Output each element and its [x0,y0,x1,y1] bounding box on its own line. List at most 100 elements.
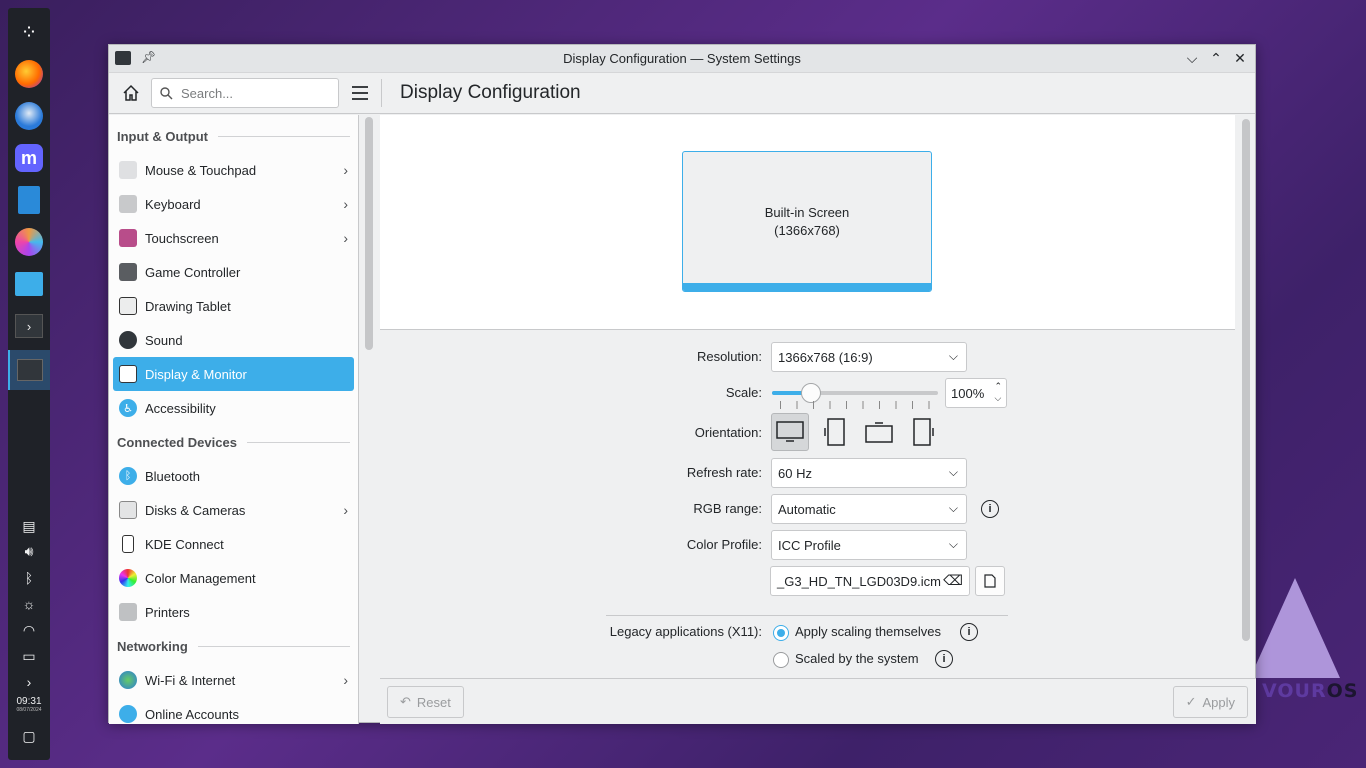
legacy-apps-label: Legacy applications (X11): [609,624,762,639]
section-input-output: Input & Output [109,119,358,153]
phone-icon [122,535,134,553]
desktop-logo-shape [1250,578,1340,678]
sidebar-item-disks-cameras[interactable]: Disks & Cameras › [113,493,354,527]
globe-icon [119,671,137,689]
section-connected-devices: Connected Devices [109,425,358,459]
sidebar-item-display-monitor[interactable]: Display & Monitor [113,357,354,391]
tablet-icon [119,297,137,315]
system-settings-icon[interactable] [8,350,50,390]
home-icon [123,84,139,101]
minimize-button[interactable]: ⌵ [1183,48,1201,68]
legacy-scaled-info-icon[interactable]: i [935,650,953,668]
monitor-icon [119,365,137,383]
system-settings-window: 📌︎ Display Configuration — System Settin… [108,44,1256,724]
content-scrollbar[interactable] [1242,119,1250,641]
sidebar-scrollbar[interactable] [365,117,373,350]
check-icon: ✓ [1185,694,1197,709]
scale-slider[interactable] [772,383,938,413]
sidebar-item-bluetooth[interactable]: ᛒ Bluetooth [113,459,354,493]
clear-text-icon[interactable]: ⌫ [943,572,963,589]
desktop-logo-text: VOUROS [1262,680,1359,702]
disk-icon [119,501,137,519]
sidebar-item-keyboard[interactable]: Keyboard › [113,187,354,221]
digital-clock[interactable]: 09:31 08/07/2024 [8,696,50,713]
apply-button[interactable]: ✓ Apply [1172,686,1248,718]
reset-button[interactable]: ↶ Reset [387,686,464,718]
sidebar-item-game-controller[interactable]: Game Controller [113,255,354,289]
content-area: Built-in Screen (1366x768) Resolution: 1… [380,115,1256,724]
screen-resolution: (1366x768) [774,222,840,238]
legacy-scaled-system-label[interactable]: Scaled by the system [795,651,919,666]
files-icon[interactable] [13,268,45,300]
krita-icon[interactable] [13,226,45,258]
icc-file-field[interactable]: _G3_HD_TN_LGD03D9.icm ⌫ [770,566,970,596]
chevron-down-icon: ⌵ [948,349,958,363]
maximize-button[interactable]: ⌃ [1207,48,1225,68]
writer-icon[interactable] [13,184,45,216]
color-wheel-icon [119,569,137,587]
terminal-icon[interactable]: › [13,310,45,342]
printer-icon [119,603,137,621]
show-desktop-icon[interactable]: ▢ [8,726,50,746]
thunderbird-icon[interactable] [13,100,45,132]
orientation-portrait-right-button[interactable] [904,413,942,451]
hamburger-menu-button[interactable] [347,80,373,106]
footer-bar: ↶ Reset ✓ Apply [380,678,1256,724]
brightness-icon[interactable]: ☼ [8,594,50,614]
open-file-icon [984,574,996,588]
spin-arrows-icon[interactable]: ⌃ ⌵ [994,380,1002,404]
sidebar-item-online-accounts[interactable]: Online Accounts [113,697,354,724]
screen-output-box[interactable]: Built-in Screen (1366x768) [682,151,932,292]
refresh-rate-select[interactable]: 60 Hz ⌵ [771,458,967,488]
undo-icon: ↶ [400,694,411,709]
sidebar-item-drawing-tablet[interactable]: Drawing Tablet [113,289,354,323]
color-profile-select[interactable]: ICC Profile ⌵ [771,530,967,560]
display-preview: Built-in Screen (1366x768) [380,115,1235,330]
legacy-scaled-system-radio[interactable] [773,652,789,668]
legacy-apply-scaling-radio[interactable] [773,625,789,641]
search-icon [160,86,173,99]
sidebar-item-kde-connect[interactable]: KDE Connect [113,527,354,561]
rgb-range-select[interactable]: Automatic ⌵ [771,494,967,524]
bluetooth-icon: ᛒ [119,467,137,485]
monitor-portrait-right-icon [913,418,934,446]
chevron-right-icon: › [343,502,348,518]
mouse-icon [119,161,137,179]
screen-selected-bar [683,283,931,291]
clipboard-icon[interactable]: ▤ [8,516,50,536]
mastodon-icon[interactable]: m [13,142,45,174]
home-button[interactable] [117,79,145,107]
sidebar-item-color-management[interactable]: Color Management [113,561,354,595]
sidebar-item-accessibility[interactable]: ♿︎ Accessibility [113,391,354,425]
close-button[interactable]: ✕ [1231,48,1249,68]
volume-icon[interactable]: 🔊︎ [8,541,50,561]
battery-icon[interactable]: ▭ [8,646,50,666]
resolution-select[interactable]: 1366x768 (16:9) ⌵ [771,342,967,372]
search-field[interactable]: Search... [151,78,339,108]
sidebar-item-mouse-touchpad[interactable]: Mouse & Touchpad › [113,153,354,187]
sidebar-item-printers[interactable]: Printers [113,595,354,629]
chevron-down-icon: ⌵ [948,501,958,515]
sidebar-item-wifi-internet[interactable]: Wi-Fi & Internet › [113,663,354,697]
legacy-apply-scaling-label[interactable]: Apply scaling themselves [795,624,941,639]
scale-slider-handle[interactable] [801,383,822,403]
app-launcher-icon[interactable]: ⁘ [13,16,45,48]
orientation-portrait-left-button[interactable] [816,413,854,451]
firefox-icon[interactable] [13,58,45,90]
orientation-landscape-button[interactable] [771,413,809,451]
rgb-range-info-icon[interactable]: i [981,500,999,518]
orientation-inverted-button[interactable] [860,413,898,451]
scale-spinbox[interactable]: 100% ⌃ ⌵ [945,378,1007,408]
scale-label: Scale: [725,385,762,400]
bluetooth-icon[interactable]: ᛒ [8,568,50,588]
browse-file-button[interactable] [975,566,1005,596]
taskbar-panel: ⁘ m › ▤ 🔊︎ ᛒ ☼ ◠ ▭ › 09:31 08/07/2024 ▢ [8,8,50,760]
titlebar[interactable]: 📌︎ Display Configuration — System Settin… [109,45,1255,73]
sidebar-item-sound[interactable]: Sound [113,323,354,357]
wifi-icon[interactable]: ◠ [8,620,50,640]
sidebar-item-touchscreen[interactable]: Touchscreen › [113,221,354,255]
legacy-apply-info-icon[interactable]: i [960,623,978,641]
screen-name: Built-in Screen [764,204,850,220]
expand-tray-icon[interactable]: › [8,672,50,692]
page-title: Display Configuration [400,82,581,103]
